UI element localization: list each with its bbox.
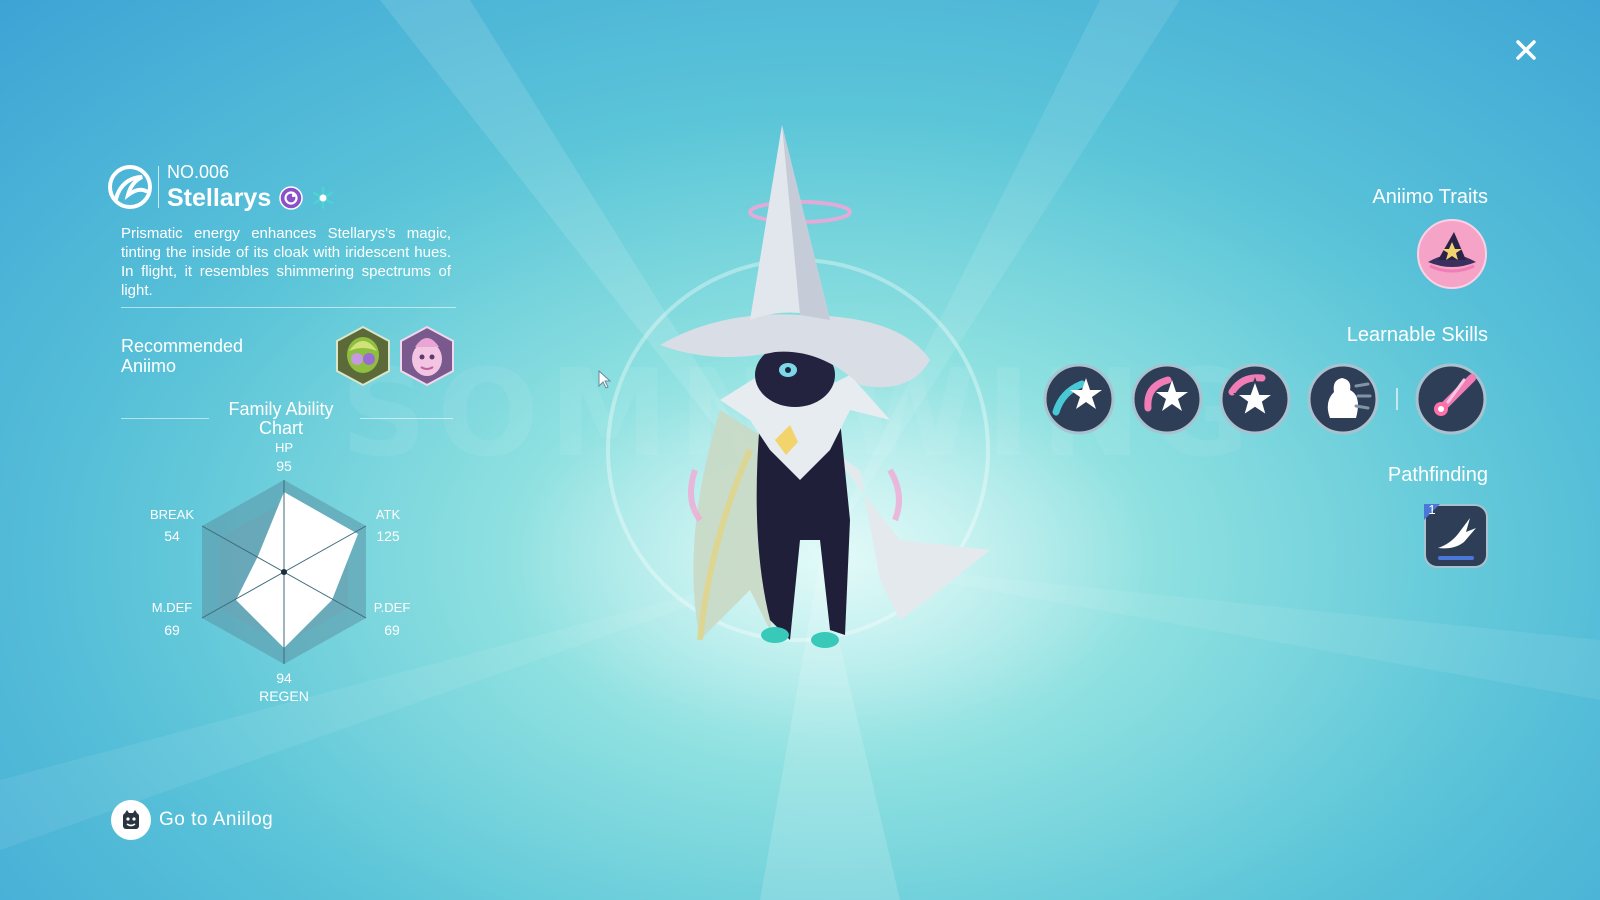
arcane-type-icon[interactable] bbox=[279, 186, 303, 210]
frost-type-icon[interactable] bbox=[311, 186, 335, 210]
family-ability-radar: HP 95 ATK 125 P.DEF 69 94 REGEN M.DEF 69… bbox=[140, 440, 430, 710]
stat-hp-label: HP bbox=[274, 440, 294, 455]
recommended-aniimo-green-icon[interactable] bbox=[335, 325, 391, 387]
dash-beast-skill-icon[interactable] bbox=[1306, 362, 1380, 436]
aniimo-number: NO.006 bbox=[167, 162, 230, 182]
description-divider bbox=[121, 307, 456, 308]
crescent-star-skill-icon[interactable] bbox=[1130, 362, 1204, 436]
skills-separator bbox=[1396, 388, 1398, 410]
radar-center-dot bbox=[281, 569, 287, 575]
chart-title-divider-right bbox=[360, 418, 453, 419]
go-to-aniilog-label: Go to Aniilog bbox=[159, 809, 274, 830]
stat-atk-label: ATK bbox=[375, 507, 401, 522]
stat-break-label: BREAK bbox=[149, 507, 195, 522]
comet-skill-icon[interactable] bbox=[1414, 362, 1488, 436]
stat-pdef-value: 69 bbox=[384, 622, 400, 638]
pathfinding-level-badge: 1 bbox=[1428, 502, 1436, 517]
go-to-aniilog-button[interactable]: Go to Aniilog bbox=[111, 800, 273, 840]
recommended-aniimo-pink-icon[interactable] bbox=[399, 325, 455, 387]
stellarys-character-model bbox=[660, 125, 990, 648]
stat-mdef-label: M.DEF bbox=[151, 600, 193, 615]
aniimo-name: Stellarys bbox=[167, 184, 272, 212]
family-ability-chart-title: Family Ability Chart bbox=[228, 399, 334, 438]
wizard-hat-trait-icon[interactable] bbox=[1416, 218, 1488, 290]
stat-regen-value: 94 bbox=[276, 670, 292, 686]
stat-hp-value: 95 bbox=[276, 458, 292, 474]
star-burst-skill-icon[interactable] bbox=[1218, 362, 1292, 436]
close-button[interactable] bbox=[1508, 32, 1544, 68]
stat-regen-label: REGEN bbox=[259, 688, 309, 704]
aniimo-header: NO.006 Stellarys bbox=[106, 162, 335, 212]
aniimo-description: Prismatic energy enhances Stellarys's ma… bbox=[121, 225, 451, 299]
aniimo-traits-title: Aniimo Traits bbox=[1372, 186, 1488, 208]
header-divider bbox=[158, 166, 159, 208]
learnable-skills-title: Learnable Skills bbox=[1346, 324, 1488, 346]
stat-pdef-label: P.DEF bbox=[373, 600, 411, 615]
pathfinding-title: Pathfinding bbox=[1387, 464, 1488, 486]
mouse-cursor-icon bbox=[598, 370, 612, 389]
chart-title-divider-left bbox=[121, 418, 209, 419]
recommended-label: Recommended Aniimo bbox=[121, 336, 244, 376]
shooting-star-skill-icon[interactable] bbox=[1042, 362, 1116, 436]
stat-atk-value: 125 bbox=[376, 528, 400, 544]
close-icon bbox=[1516, 40, 1536, 60]
stat-mdef-value: 69 bbox=[164, 622, 180, 638]
stat-break-value: 54 bbox=[164, 528, 180, 544]
learnable-skills-list bbox=[1042, 362, 1488, 436]
aniilog-icon bbox=[111, 800, 151, 840]
recommended-aniimo-list bbox=[335, 325, 455, 387]
family-swirl-icon bbox=[108, 165, 152, 209]
